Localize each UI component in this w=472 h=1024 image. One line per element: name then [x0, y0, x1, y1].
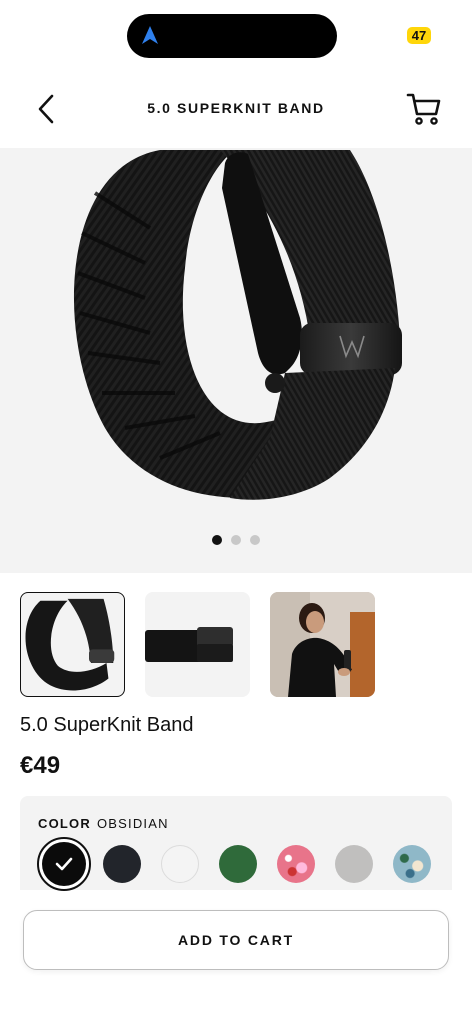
swatch-grey[interactable] — [325, 836, 383, 892]
thumb-band-side[interactable] — [145, 592, 250, 697]
swatch-floral-pink[interactable] — [267, 836, 325, 892]
cart-icon — [406, 93, 441, 125]
add-to-cart-button[interactable]: ADD TO CART — [23, 910, 449, 970]
thumb-lifestyle-photo[interactable] — [270, 592, 375, 697]
color-label: COLOR OBSIDIAN — [38, 816, 169, 831]
swatch-floral-blue-color — [393, 845, 431, 883]
product-hero-image[interactable] — [0, 148, 472, 573]
checkmark-icon — [42, 842, 86, 886]
swatch-floral-blue[interactable] — [383, 836, 441, 892]
thumbnail-strip — [20, 592, 375, 697]
swatch-green[interactable] — [209, 836, 267, 892]
cart-button[interactable] — [404, 90, 444, 128]
location-arrow-icon — [142, 26, 158, 44]
swatch-obsidian[interactable] — [35, 836, 93, 892]
band-illustration — [73, 150, 402, 500]
selected-color-name: OBSIDIAN — [96, 816, 169, 831]
swatch-floral-pink-color — [277, 845, 315, 883]
carousel-dot-2[interactable] — [231, 535, 241, 545]
thumb-band-front[interactable] — [20, 592, 125, 697]
carousel-dot-1[interactable] — [212, 535, 222, 545]
dynamic-island — [127, 14, 337, 58]
product-name: 5.0 SuperKnit Band — [20, 714, 194, 736]
swatch-navy[interactable] — [93, 836, 151, 892]
carousel-dot-3[interactable] — [250, 535, 260, 545]
battery-indicator: 47 — [407, 27, 431, 44]
swatch-white[interactable] — [151, 836, 209, 892]
swatch-grey-color — [335, 845, 373, 883]
swatch-green-color — [219, 845, 257, 883]
band-front-thumbnail — [25, 598, 115, 691]
product-price: €49 — [20, 752, 61, 779]
page-title: 5.0 SUPERKNIT BAND — [147, 100, 325, 116]
color-selector: COLOR OBSIDIAN — [20, 796, 452, 892]
color-heading: COLOR — [38, 816, 91, 831]
color-swatch-list — [35, 836, 441, 892]
swatch-selected-ring — [37, 837, 91, 891]
swatch-navy-color — [103, 845, 141, 883]
band-side-thumbnail — [145, 627, 233, 662]
lifestyle-photo-thumbnail — [270, 592, 375, 697]
swatch-white-color — [161, 845, 199, 883]
carousel-pagination — [0, 535, 472, 545]
swatch-obsidian-color — [42, 842, 86, 886]
